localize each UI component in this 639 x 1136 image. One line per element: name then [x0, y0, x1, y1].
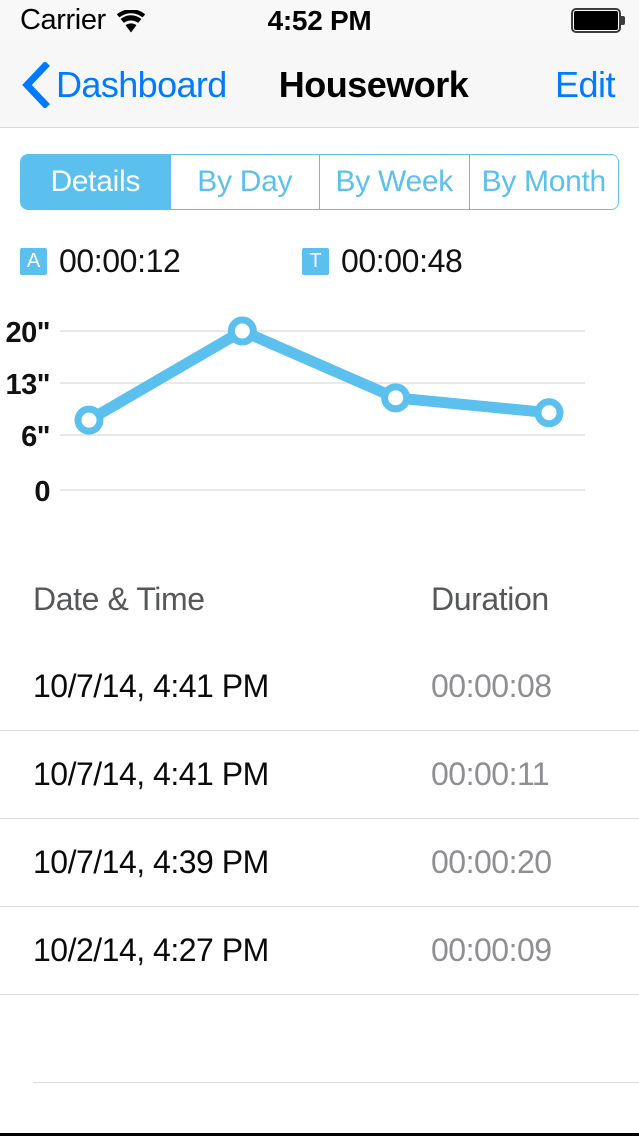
- duration-line-chart: 20" 13" 6" 0: [0, 300, 639, 520]
- battery-icon: [571, 8, 625, 33]
- cell-duration: 00:00:08: [431, 668, 552, 704]
- table-row[interactable]: 10/7/14, 4:41 PM 00:00:08: [0, 643, 639, 731]
- stat-average: A 00:00:12: [20, 243, 181, 280]
- average-badge-icon: A: [20, 248, 47, 275]
- cell-date-time: 10/2/14, 4:27 PM: [33, 932, 269, 968]
- status-bar: Carrier 4:52 PM: [0, 0, 639, 41]
- back-button[interactable]: Dashboard: [22, 41, 227, 128]
- navigation-bar: Dashboard Housework Edit: [0, 41, 639, 128]
- tab-by-month[interactable]: By Month: [468, 155, 618, 209]
- stat-total: T 00:00:48: [302, 243, 463, 280]
- chart-data-point: [534, 398, 564, 428]
- cell-duration: 00:00:11: [431, 756, 550, 792]
- cell-date-time: 10/7/14, 4:39 PM: [33, 844, 269, 880]
- table-row-empty: [33, 1083, 639, 1136]
- cell-duration: 00:00:20: [431, 844, 552, 880]
- average-value: 00:00:12: [59, 243, 181, 279]
- status-bar-clock: 4:52 PM: [267, 4, 372, 36]
- tab-by-month-label: By Month: [481, 165, 607, 198]
- table-header-row: Date & Time Duration: [0, 555, 639, 643]
- tab-by-day-label: By Day: [197, 165, 293, 198]
- tab-by-week[interactable]: By Week: [319, 155, 469, 209]
- chart-data-point: [381, 383, 411, 413]
- status-bar-right: [571, 0, 625, 41]
- chart-data-point: [74, 405, 104, 435]
- total-badge-icon: T: [302, 248, 329, 275]
- segmented-control[interactable]: Details By Day By Week By Month: [20, 154, 619, 210]
- cell-date-time: 10/7/14, 4:41 PM: [33, 756, 269, 792]
- edit-button[interactable]: Edit: [555, 41, 616, 128]
- column-header-duration: Duration: [431, 580, 549, 617]
- total-value: 00:00:48: [341, 243, 463, 279]
- tab-details-label: Details: [50, 165, 141, 198]
- app-screen: Carrier 4:52 PM Dashboard Housework Edit…: [0, 0, 639, 1136]
- table-row[interactable]: 10/7/14, 4:39 PM 00:00:20: [0, 819, 639, 907]
- chart-y-axis-label: 6": [21, 421, 50, 453]
- summary-stats: A 00:00:12 T 00:00:48: [0, 243, 639, 283]
- table-row-empty: [33, 995, 639, 1083]
- cell-date-time: 10/7/14, 4:41 PM: [33, 668, 269, 704]
- table-row[interactable]: 10/7/14, 4:41 PM 00:00:11: [0, 731, 639, 819]
- chart-line-series: [83, 325, 555, 426]
- chevron-left-icon: [22, 60, 50, 109]
- tab-by-week-label: By Week: [335, 165, 454, 198]
- chart-data-point: [227, 316, 257, 346]
- entries-table: Date & Time Duration 10/7/14, 4:41 PM 00…: [0, 555, 639, 1136]
- column-header-date-time: Date & Time: [33, 580, 205, 617]
- tab-details[interactable]: Details: [21, 155, 170, 209]
- back-button-label: Dashboard: [56, 63, 227, 105]
- cell-duration: 00:00:09: [431, 932, 552, 968]
- table-row[interactable]: 10/2/14, 4:27 PM 00:00:09: [0, 907, 639, 995]
- chart-y-axis-label: 13": [5, 369, 50, 401]
- chart-y-axis-label: 20": [5, 317, 50, 349]
- tab-by-day[interactable]: By Day: [169, 155, 319, 209]
- chart-y-axis-label: 0: [34, 476, 50, 508]
